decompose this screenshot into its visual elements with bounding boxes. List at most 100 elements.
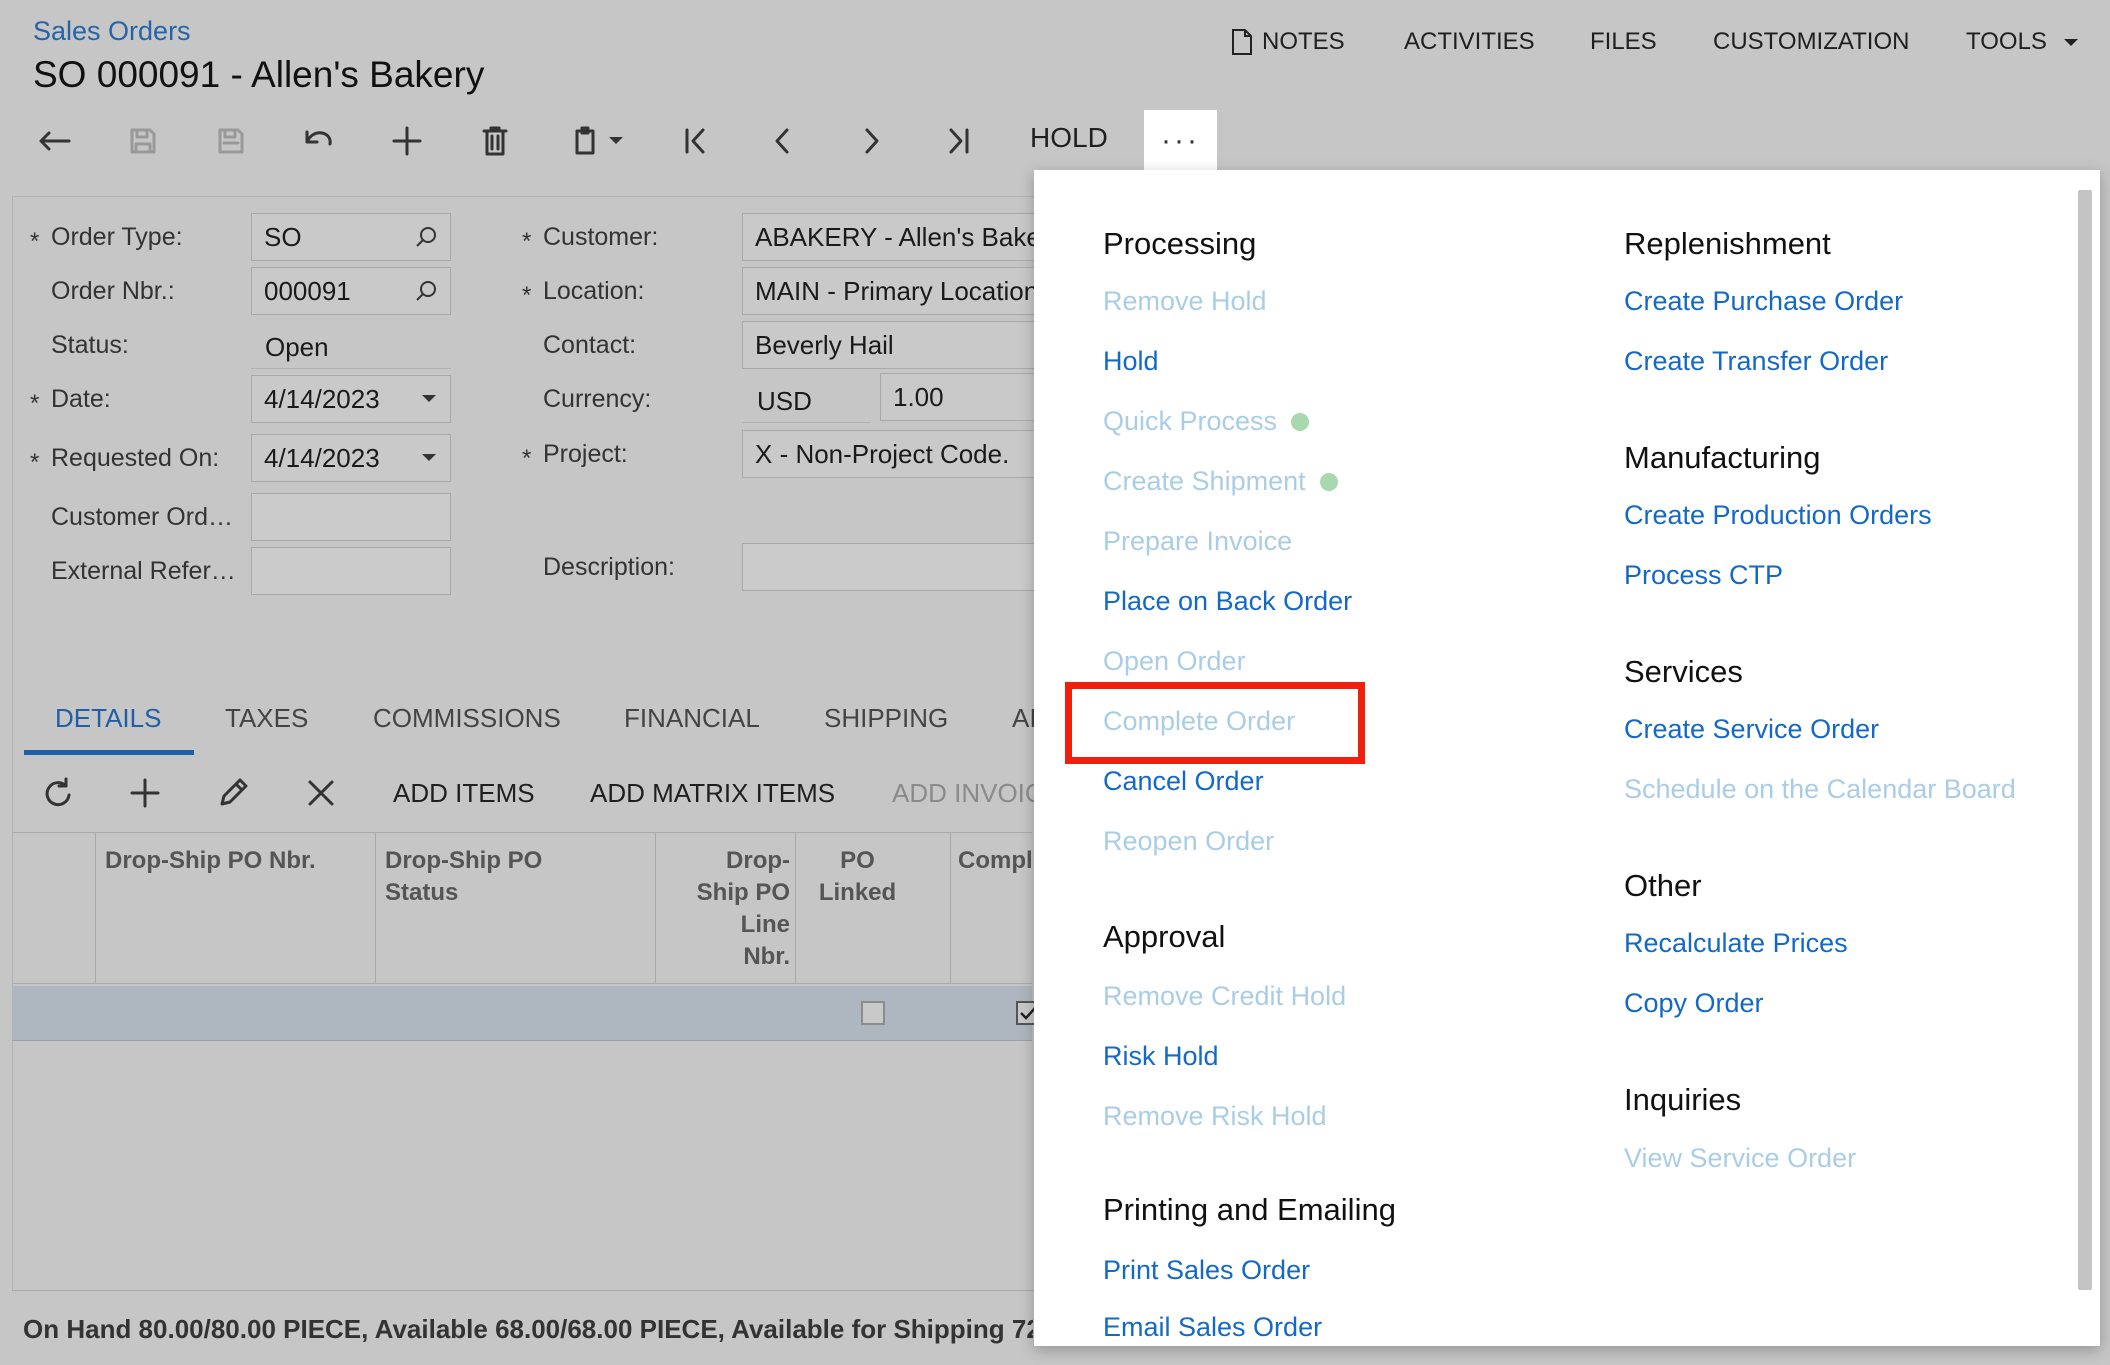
project-field[interactable]: X - Non-Project Code. — [742, 430, 1042, 478]
order-type-label: Order Type: — [51, 223, 183, 251]
last-icon — [949, 128, 969, 154]
refresh-button[interactable] — [40, 776, 74, 815]
menu-item-schedule-calendar-board[interactable]: Schedule on the Calendar Board — [1624, 774, 2016, 805]
tab-details[interactable]: DETAILS — [55, 703, 161, 734]
menu-scrollbar[interactable] — [2078, 190, 2092, 1290]
menu-item-remove-hold[interactable]: Remove Hold — [1103, 286, 1267, 317]
hold-button[interactable]: HOLD — [1030, 122, 1108, 154]
menu-item-hold[interactable]: Hold — [1103, 346, 1159, 377]
tab-more[interactable]: AI — [1012, 703, 1037, 734]
add-row-button[interactable] — [128, 776, 162, 815]
undo-icon — [305, 130, 332, 146]
column-header-dropship-po-status[interactable]: Drop-Ship PO Status — [385, 845, 555, 909]
order-nbr-value: 000091 — [264, 275, 351, 306]
external-ref-label: External Refer… — [51, 557, 236, 585]
menu-item-email-sales-order[interactable]: Email Sales Order — [1103, 1312, 1322, 1342]
menu-item-process-ctp[interactable]: Process CTP — [1624, 560, 1783, 591]
menu-item-reopen-order[interactable]: Reopen Order — [1103, 826, 1274, 857]
delete-button[interactable] — [470, 118, 520, 164]
copy-paste-button[interactable] — [560, 118, 636, 164]
tools-label: TOOLS — [1966, 28, 2047, 55]
add-matrix-items-button[interactable]: ADD MATRIX ITEMS — [590, 778, 835, 809]
previous-record-button[interactable] — [758, 118, 808, 164]
more-actions-button[interactable]: ··· — [1144, 110, 1217, 172]
date-value: 4/14/2023 — [264, 383, 380, 414]
menu-item-create-service-order[interactable]: Create Service Order — [1624, 714, 1879, 745]
tab-commissions[interactable]: COMMISSIONS — [373, 703, 561, 734]
menu-item-place-on-back-order[interactable]: Place on Back Order — [1103, 586, 1352, 617]
first-record-button[interactable] — [670, 118, 720, 164]
date-field[interactable]: 4/14/2023 — [251, 375, 451, 423]
section-inquiries: Inquiries — [1624, 1082, 1742, 1117]
menu-item-create-transfer-order[interactable]: Create Transfer Order — [1624, 346, 1888, 377]
menu-item-create-purchase-order[interactable]: Create Purchase Order — [1624, 286, 1903, 317]
customization-button[interactable]: CUSTOMIZATION — [1713, 26, 1909, 58]
menu-item-create-production-orders[interactable]: Create Production Orders — [1624, 500, 1932, 531]
menu-item-remove-credit-hold[interactable]: Remove Credit Hold — [1103, 981, 1346, 1012]
tools-button[interactable]: TOOLS — [1966, 26, 2089, 58]
order-type-field[interactable]: SO — [251, 213, 451, 261]
po-linked-checkbox[interactable] — [861, 1001, 885, 1025]
menu-item-cancel-order[interactable]: Cancel Order — [1103, 766, 1264, 797]
chevron-down-icon — [2063, 39, 2078, 46]
order-type-value: SO — [264, 221, 302, 252]
customer-order-field[interactable] — [251, 493, 451, 541]
last-record-button[interactable] — [934, 118, 984, 164]
tab-shipping[interactable]: SHIPPING — [824, 703, 948, 734]
status-value: Open — [265, 332, 329, 362]
column-separator — [95, 832, 96, 984]
required-mark: * — [522, 282, 532, 309]
currency-value[interactable]: USD — [757, 386, 812, 417]
tab-taxes[interactable]: TAXES — [225, 703, 308, 734]
column-header-completed[interactable]: Compl — [958, 845, 1034, 877]
column-header-po-linked[interactable]: PO Linked — [805, 845, 910, 909]
menu-item-prepare-invoice[interactable]: Prepare Invoice — [1103, 526, 1292, 557]
currency-rate-field[interactable]: 1.00 — [880, 373, 1042, 421]
menu-item-risk-hold[interactable]: Risk Hold — [1103, 1041, 1219, 1072]
menu-item-view-service-order[interactable]: View Service Order — [1624, 1143, 1856, 1174]
menu-item-create-shipment[interactable]: Create Shipment — [1103, 466, 1338, 497]
notes-button[interactable]: NOTES — [1230, 26, 1345, 58]
edit-row-button[interactable] — [216, 776, 250, 815]
customer-value: ABAKERY - Allen's Bake — [755, 221, 1041, 252]
menu-item-remove-risk-hold[interactable]: Remove Risk Hold — [1103, 1101, 1327, 1132]
external-ref-field[interactable] — [251, 547, 451, 595]
files-button[interactable]: FILES — [1590, 26, 1657, 58]
next-record-button[interactable] — [846, 118, 896, 164]
back-button[interactable] — [30, 118, 80, 164]
completed-checkbox[interactable] — [1016, 1001, 1034, 1025]
tab-financial[interactable]: FINANCIAL — [624, 703, 760, 734]
delete-icon — [482, 126, 508, 156]
delete-row-button[interactable] — [304, 776, 338, 815]
contact-value: Beverly Hail — [755, 329, 894, 360]
requested-on-value: 4/14/2023 — [264, 442, 380, 473]
save-button[interactable] — [206, 118, 256, 164]
save-close-button[interactable] — [118, 118, 168, 164]
menu-item-copy-order[interactable]: Copy Order — [1624, 988, 1764, 1019]
location-value: MAIN - Primary Location — [755, 275, 1039, 306]
customer-order-label: Customer Ord… — [51, 503, 233, 531]
undo-button[interactable] — [294, 118, 344, 164]
menu-item-recalculate-prices[interactable]: Recalculate Prices — [1624, 928, 1848, 959]
menu-item-print-sales-order[interactable]: Print Sales Order — [1103, 1255, 1310, 1286]
breadcrumb[interactable]: Sales Orders — [33, 16, 191, 47]
menu-item-quick-process[interactable]: Quick Process — [1103, 406, 1310, 437]
add-items-button[interactable]: ADD ITEMS — [393, 778, 535, 809]
add-button[interactable] — [382, 118, 432, 164]
location-field[interactable]: MAIN - Primary Location — [742, 267, 1042, 315]
requested-on-field[interactable]: 4/14/2023 — [251, 434, 451, 482]
description-field[interactable] — [742, 543, 1042, 591]
order-nbr-field[interactable]: 000091 — [251, 267, 451, 315]
required-mark: * — [30, 228, 40, 255]
save-close-icon — [130, 128, 156, 154]
column-header-dropship-po-nbr[interactable]: Drop-Ship PO Nbr. — [105, 845, 365, 877]
menu-item-open-order[interactable]: Open Order — [1103, 646, 1246, 677]
add-invoice-button[interactable]: ADD INVOIC — [892, 778, 1044, 809]
required-mark: * — [30, 390, 40, 417]
contact-field[interactable]: Beverly Hail — [742, 321, 1042, 369]
activities-button[interactable]: ACTIVITIES — [1404, 26, 1535, 58]
column-separator — [950, 832, 951, 984]
column-header-dropship-po-line-nbr[interactable]: Drop-Ship PO Line Nbr. — [695, 845, 790, 973]
order-nbr-label: Order Nbr.: — [51, 277, 175, 305]
customer-field[interactable]: ABAKERY - Allen's Bake — [742, 213, 1042, 261]
